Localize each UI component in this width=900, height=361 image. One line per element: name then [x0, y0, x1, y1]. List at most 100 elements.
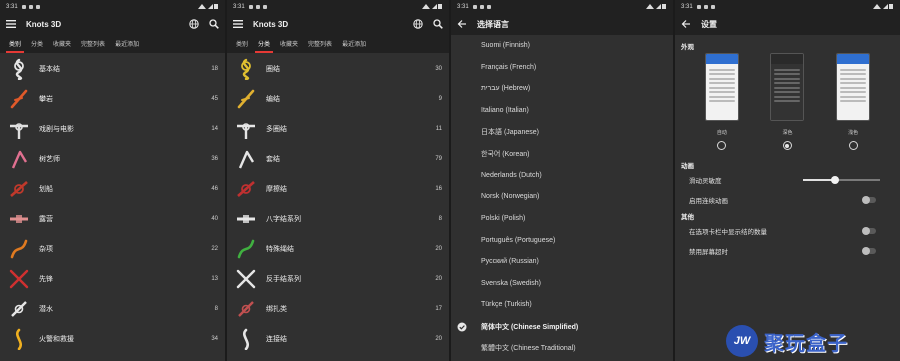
list-item-count: 16 — [435, 186, 442, 192]
slider-knob[interactable] — [831, 176, 840, 184]
theme-option-dark[interactable]: 深色 — [770, 53, 805, 154]
slide-sensitivity-label: 滑动灵敏度 — [689, 178, 722, 185]
language-label: Norsk (Norwegian) — [481, 193, 540, 201]
menu-icon[interactable] — [233, 19, 243, 29]
theme-option-auto[interactable]: 自动 — [704, 53, 739, 154]
list-item[interactable]: 编结 9 — [227, 84, 449, 114]
list-item-label: 编结 — [266, 96, 280, 103]
tab-favorites[interactable]: 收藏夹 — [275, 39, 303, 53]
disable-timeout-row[interactable]: 禁用屏幕超时 — [681, 241, 894, 261]
theme-radio-auto[interactable] — [717, 141, 727, 150]
language-option[interactable]: Svenska (Swedish) — [451, 273, 673, 295]
settings-panel: 外观 自动 深色 浅色 动画 滑动灵敏度 启用连续动画 其他 在选项卡栏中显示结… — [675, 35, 900, 261]
language-option[interactable]: Italiano (Italian) — [451, 100, 673, 122]
continuous-animation-row[interactable]: 启用连续动画 — [681, 190, 894, 210]
show-count-row[interactable]: 在选项卡栏中显示结的数量 — [681, 221, 894, 241]
list-item[interactable]: 圈结 30 — [227, 54, 449, 84]
knot-thumbnail-icon — [8, 148, 30, 170]
tab-recent[interactable]: 最近添加 — [337, 39, 371, 53]
tab-full-list[interactable]: 完整列表 — [303, 39, 337, 53]
list-item[interactable]: 露营 40 — [0, 204, 225, 234]
list-item-count: 46 — [211, 186, 218, 192]
tab-favorites[interactable]: 收藏夹 — [48, 39, 76, 53]
status-bar: 3:31 — [451, 0, 673, 13]
list-item[interactable]: 摩擦结 16 — [227, 174, 449, 204]
language-option[interactable]: 繁體中文 (Chinese Traditional) — [451, 337, 673, 359]
globe-icon[interactable] — [413, 19, 423, 29]
screen-types: 3:31 Knots 3D 类别 分类 收藏夹 完整列表 最近添加 圈结 30 编结… — [227, 0, 449, 361]
list-item[interactable]: 先锋 13 — [0, 264, 225, 294]
list-item-label: 套结 — [266, 156, 280, 163]
tab-types[interactable]: 分类 — [253, 39, 275, 53]
tab-types[interactable]: 分类 — [26, 39, 48, 53]
list-item-count: 30 — [435, 66, 442, 72]
list-item-label: 攀岩 — [39, 96, 53, 103]
globe-icon[interactable] — [189, 19, 199, 29]
status-bar: 3:31 — [0, 0, 225, 13]
list-item[interactable]: 基本结 18 — [0, 54, 225, 84]
knot-thumbnail-icon — [8, 298, 30, 320]
knot-thumbnail-icon — [235, 178, 257, 200]
list-item[interactable]: 套结 79 — [227, 144, 449, 174]
list-item-label: 多圈结 — [266, 126, 287, 133]
language-label: Türkçe (Turkish) — [481, 301, 532, 309]
category-list: 基本结 18 攀岩 45 戏剧与电影 14 树艺师 36 划船 46 露营 40 杂项 22 先锋 13 潜水 8… — [0, 53, 225, 354]
list-item-label: 杂项 — [39, 246, 53, 253]
page-title: 选择语言 — [477, 19, 509, 29]
list-item[interactable]: 戏剧与电影 14 — [0, 114, 225, 144]
list-item[interactable]: 多圈结 11 — [227, 114, 449, 144]
language-label: Русский (Russian) — [481, 258, 539, 266]
list-item[interactable]: 反手结系列 20 — [227, 264, 449, 294]
knot-thumbnail-icon — [8, 58, 30, 80]
theme-radio-dark[interactable] — [782, 141, 792, 150]
language-label: Français (French) — [481, 63, 537, 71]
language-option[interactable]: Português (Portuguese) — [451, 229, 673, 251]
list-item[interactable]: 潜水 8 — [0, 294, 225, 324]
language-list: Suomi (Finnish) Français (French) עברית (H… — [451, 35, 673, 359]
list-item[interactable]: 八字结系列 8 — [227, 204, 449, 234]
language-option[interactable]: Nederlands (Dutch) — [451, 165, 673, 187]
list-item[interactable]: 火警和救援 34 — [0, 324, 225, 354]
language-label: Suomi (Finnish) — [481, 42, 531, 50]
theme-radio-light[interactable] — [848, 141, 858, 150]
language-option[interactable]: Français (French) — [451, 57, 673, 79]
list-item[interactable]: 绑扎类 17 — [227, 294, 449, 324]
list-item[interactable]: 划船 46 — [0, 174, 225, 204]
status-time: 3:31 — [6, 3, 18, 10]
knot-thumbnail-icon — [235, 298, 257, 320]
language-option[interactable]: 简体中文 (Chinese Simplified) — [451, 316, 673, 338]
language-option[interactable]: 日本語 (Japanese) — [451, 121, 673, 143]
language-option[interactable]: Polski (Polish) — [451, 208, 673, 230]
language-option[interactable]: עברית (Hebrew) — [451, 78, 673, 100]
show-count-toggle[interactable] — [862, 226, 876, 235]
list-item-label: 连接结 — [266, 336, 287, 343]
list-item[interactable]: 攀岩 45 — [0, 84, 225, 114]
status-bar: 3:31 — [675, 0, 900, 13]
app-title: Knots 3D — [26, 19, 62, 29]
tab-full-list[interactable]: 完整列表 — [76, 39, 110, 53]
language-option[interactable]: Norsk (Norwegian) — [451, 186, 673, 208]
language-option[interactable]: Suomi (Finnish) — [451, 35, 673, 57]
knot-thumbnail-icon — [235, 148, 257, 170]
language-option[interactable]: Русский (Russian) — [451, 251, 673, 273]
back-arrow-icon[interactable] — [681, 19, 691, 29]
list-item[interactable]: 树艺师 36 — [0, 144, 225, 174]
app-bar: Knots 3D — [227, 13, 449, 35]
language-option[interactable]: Türkçe (Turkish) — [451, 294, 673, 316]
search-icon[interactable] — [209, 19, 219, 29]
continuous-animation-toggle[interactable] — [862, 195, 876, 204]
disable-timeout-toggle[interactable] — [862, 246, 876, 255]
list-item[interactable]: 杂项 22 — [0, 234, 225, 264]
list-item[interactable]: 连接结 20 — [227, 324, 449, 354]
tab-recent[interactable]: 最近添加 — [110, 39, 144, 53]
search-icon[interactable] — [433, 19, 443, 29]
back-arrow-icon[interactable] — [457, 19, 467, 29]
menu-icon[interactable] — [6, 19, 16, 29]
watermark-logo: JW 聚玩盒子 — [726, 321, 900, 361]
theme-option-light[interactable]: 浅色 — [836, 53, 871, 154]
language-option[interactable]: 한국어 (Korean) — [451, 143, 673, 165]
tab-categories[interactable]: 类别 — [4, 39, 26, 53]
tab-categories[interactable]: 类别 — [231, 39, 253, 53]
list-item[interactable]: 特殊绳结 20 — [227, 234, 449, 264]
slide-sensitivity-slider[interactable] — [803, 176, 880, 184]
